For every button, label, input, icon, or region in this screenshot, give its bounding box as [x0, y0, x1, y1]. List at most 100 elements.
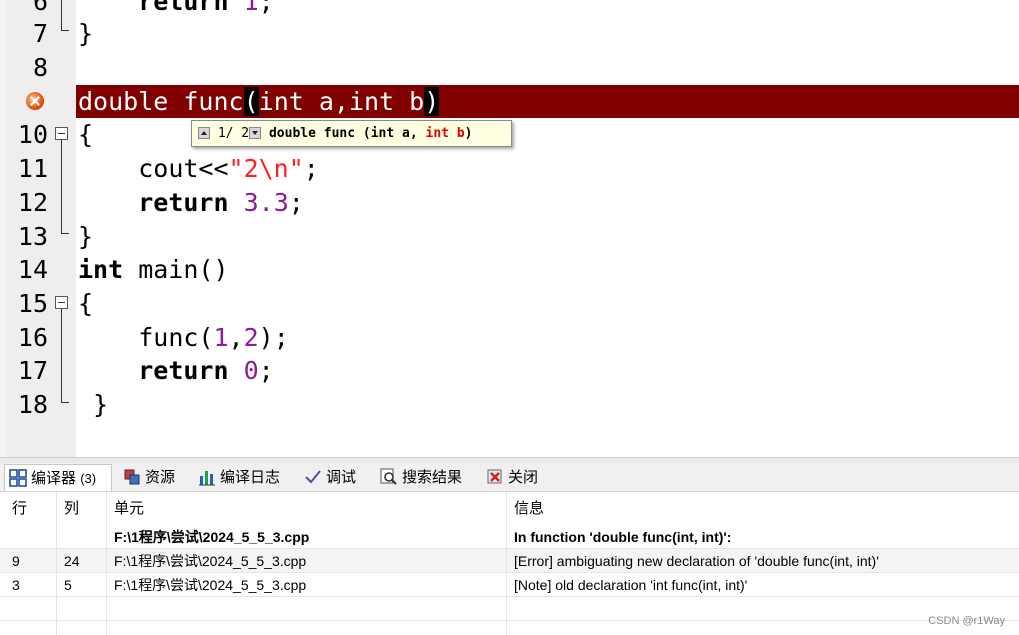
cell-column	[56, 525, 106, 549]
code-editor[interactable]: 6 return 1; 7 } 8 double func(int a,int …	[0, 0, 1019, 457]
code-line: 15 {	[0, 287, 1019, 321]
tab-count: (3)	[80, 471, 97, 486]
tab-compiler[interactable]: 编译器 (3)	[4, 464, 112, 491]
column-divider	[106, 492, 107, 635]
cell-message: In function 'double func(int, int)':	[514, 529, 732, 545]
code-line: 8	[0, 51, 1019, 85]
bar-chart-icon	[198, 468, 216, 486]
tab-label: 编译日志	[220, 469, 281, 486]
code-line: 12 return 3.3;	[0, 186, 1019, 220]
search-icon	[380, 468, 398, 486]
watermark: CSDN @r1Way	[928, 615, 1005, 627]
tab-search-results[interactable]: 搜索结果	[376, 464, 478, 491]
tab-debug[interactable]: 调试	[300, 464, 370, 491]
cell-line	[4, 525, 56, 549]
line-number: 9	[10, 84, 48, 118]
tab-close[interactable]: 关闭	[482, 464, 552, 491]
code-token: main()	[123, 255, 229, 284]
code-line: 14 int main()	[0, 253, 1019, 287]
code-token: int a,int b	[258, 87, 425, 116]
cell-message: [Error] ambiguating new declaration of '…	[514, 553, 879, 569]
keyword: return	[138, 356, 229, 385]
signature-text: double func (int a,	[268, 126, 426, 141]
error-highlight-line: double func(int a,int b)	[76, 85, 1019, 118]
keyword: return	[138, 188, 229, 217]
tab-label: 调试	[326, 469, 357, 486]
table-row[interactable]: F:\1程序\尝试\2024_5_5_3.cpp In function 'do…	[0, 525, 1019, 549]
matched-paren: )	[424, 87, 440, 116]
code-text: }	[78, 388, 108, 422]
code-line: 11 cout<<"2\n";	[0, 152, 1019, 186]
line-number: 10	[17, 120, 48, 149]
number-literal: 1	[213, 323, 229, 352]
cell-column: 24	[64, 553, 80, 569]
cell-line: 9	[12, 553, 20, 569]
table-row[interactable]: 3 5 F:\1程序\尝试\2024_5_5_3.cpp [Note] old …	[0, 573, 1019, 597]
code-line: 17 return 0;	[0, 354, 1019, 388]
grid-icon	[9, 469, 27, 487]
line-number: 16	[17, 323, 48, 352]
signature-text: )	[464, 126, 473, 141]
table-row[interactable]: 9 24 F:\1程序\尝试\2024_5_5_3.cpp [Error] am…	[0, 549, 1019, 573]
code-text: {	[78, 120, 94, 149]
number-literal: 2	[243, 323, 259, 352]
code-token: ;	[258, 356, 274, 385]
code-line: 18 }	[0, 388, 1019, 422]
keyword: return	[138, 0, 229, 16]
tab-resources[interactable]: 资源	[119, 464, 189, 491]
bottom-panel-tabs: 编译器 (3) 资源 编译日志 调试 搜索结果 关闭	[0, 463, 1019, 492]
table-row-empty	[0, 597, 1019, 621]
line-number: 13	[17, 222, 48, 251]
cell-unit: F:\1程序\尝试\2024_5_5_3.cpp	[114, 577, 307, 593]
tab-label: 搜索结果	[402, 469, 463, 486]
code-token: func(	[138, 323, 214, 352]
code-line: 16 func(1,2);	[0, 321, 1019, 355]
code-token: ;	[258, 0, 274, 16]
code-token: );	[258, 323, 289, 352]
code-token: cout<<	[138, 154, 229, 183]
table-header: 行 列 单元 信息	[0, 496, 1019, 522]
column-divider	[506, 492, 507, 635]
cell-message: [Note] old declaration 'int func(int, in…	[514, 577, 748, 593]
tab-compile-log[interactable]: 编译日志	[194, 464, 296, 491]
column-header-message[interactable]: 信息	[506, 496, 1019, 520]
tab-label: 关闭	[508, 469, 539, 486]
code-text: double func(int a,int b)	[78, 85, 440, 118]
code-text: return 3.3;	[78, 186, 304, 220]
code-text: }	[78, 222, 94, 251]
column-header-line[interactable]: 行	[4, 496, 56, 520]
next-overload-icon[interactable]	[249, 127, 262, 139]
cell-unit: F:\1程序\尝试\2024_5_5_3.cpp	[114, 553, 307, 569]
number-literal: 0	[243, 356, 259, 385]
cell-column: 5	[64, 577, 72, 593]
column-header-unit[interactable]: 单元	[106, 496, 506, 520]
code-text: int main()	[78, 253, 229, 287]
code-text: {	[78, 289, 94, 318]
cell-unit: F:\1程序\尝试\2024_5_5_3.cpp	[114, 529, 310, 545]
check-icon	[304, 468, 322, 486]
line-number: 14	[17, 255, 48, 284]
code-token: ;	[288, 188, 304, 217]
code-token: ;	[303, 154, 319, 183]
line-number: 8	[32, 53, 48, 82]
current-parameter: int b	[425, 126, 465, 141]
line-number: 18	[17, 390, 48, 419]
cell-line: 3	[12, 577, 20, 593]
code-text: func(1,2);	[78, 321, 289, 355]
code-text: }	[78, 19, 94, 48]
matched-paren: (	[243, 87, 259, 116]
line-number: 17	[17, 356, 48, 385]
code-token: }	[93, 390, 109, 419]
line-number: 11	[17, 154, 48, 183]
close-icon	[486, 468, 504, 486]
tab-label: 资源	[145, 469, 176, 486]
tab-label: 编译器	[31, 470, 77, 487]
line-number: 7	[32, 19, 48, 48]
previous-overload-icon[interactable]	[198, 127, 210, 139]
code-text: return 0;	[78, 354, 274, 388]
code-token: double func	[78, 87, 244, 116]
column-header-column[interactable]: 列	[56, 496, 106, 520]
parameter-hint-tooltip: 1/ 2 double func (int a, int b)	[191, 120, 512, 147]
compiler-messages-table[interactable]: 行 列 单元 信息 F:\1程序\尝试\2024_5_5_3.cpp In fu…	[0, 492, 1019, 635]
line-number: 15	[17, 289, 48, 318]
